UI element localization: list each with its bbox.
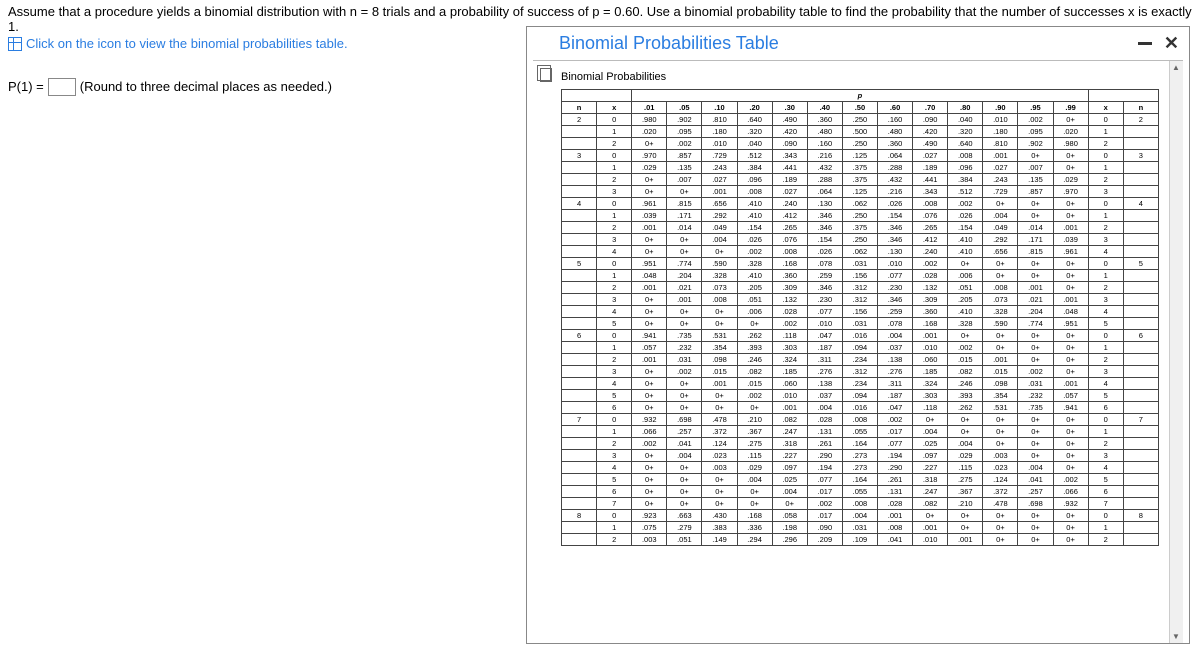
modal-title: Binomial Probabilities Table xyxy=(559,33,779,54)
probability-table: pnx.01.05.10.20.30.40.50.60.70.80.90.95.… xyxy=(561,89,1159,546)
modal-body: Binomial Probabilities pnx.01.05.10.20.3… xyxy=(533,60,1183,643)
copy-icon[interactable] xyxy=(537,65,551,81)
answer-prefix: P(1) = xyxy=(8,79,44,94)
view-table-link[interactable]: Click on the icon to view the binomial p… xyxy=(8,36,348,51)
table-icon xyxy=(8,37,22,51)
table-caption: Binomial Probabilities xyxy=(561,71,1159,83)
close-icon[interactable]: ✕ xyxy=(1164,33,1179,54)
answer-suffix: (Round to three decimal places as needed… xyxy=(80,79,332,94)
probabilities-modal: Binomial Probabilities Table ✕ Binomial … xyxy=(526,26,1190,644)
minimize-icon[interactable] xyxy=(1138,42,1152,45)
view-table-text: Click on the icon to view the binomial p… xyxy=(26,36,348,51)
scroll-down-icon[interactable]: ▼ xyxy=(1172,632,1180,641)
scrollbar[interactable]: ▲ ▼ xyxy=(1169,61,1183,643)
scroll-up-icon[interactable]: ▲ xyxy=(1172,63,1180,72)
answer-input[interactable] xyxy=(48,78,76,96)
